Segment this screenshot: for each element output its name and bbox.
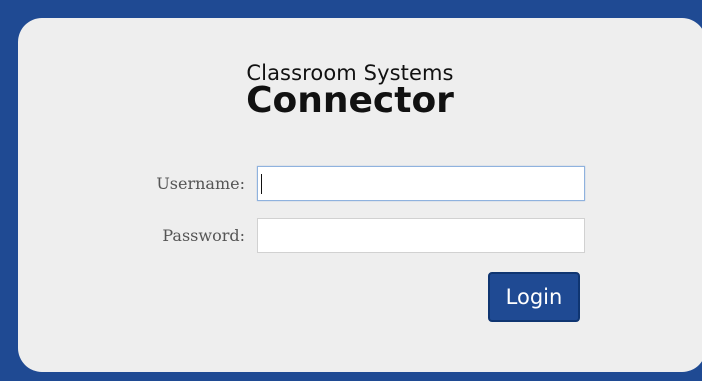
text-caret	[261, 174, 262, 194]
password-label: Password:	[162, 226, 245, 245]
username-row: Username:	[18, 166, 682, 204]
brand-title: Connector	[246, 80, 454, 121]
username-label: Username:	[156, 174, 245, 193]
username-input[interactable]	[257, 166, 585, 201]
login-button[interactable]: Login	[488, 272, 580, 322]
password-input[interactable]	[257, 218, 585, 253]
brand-logo: Classroom Systems Connector	[18, 62, 682, 120]
password-row: Password:	[18, 218, 682, 256]
login-panel: Classroom Systems Connector Username: Pa…	[18, 18, 702, 372]
